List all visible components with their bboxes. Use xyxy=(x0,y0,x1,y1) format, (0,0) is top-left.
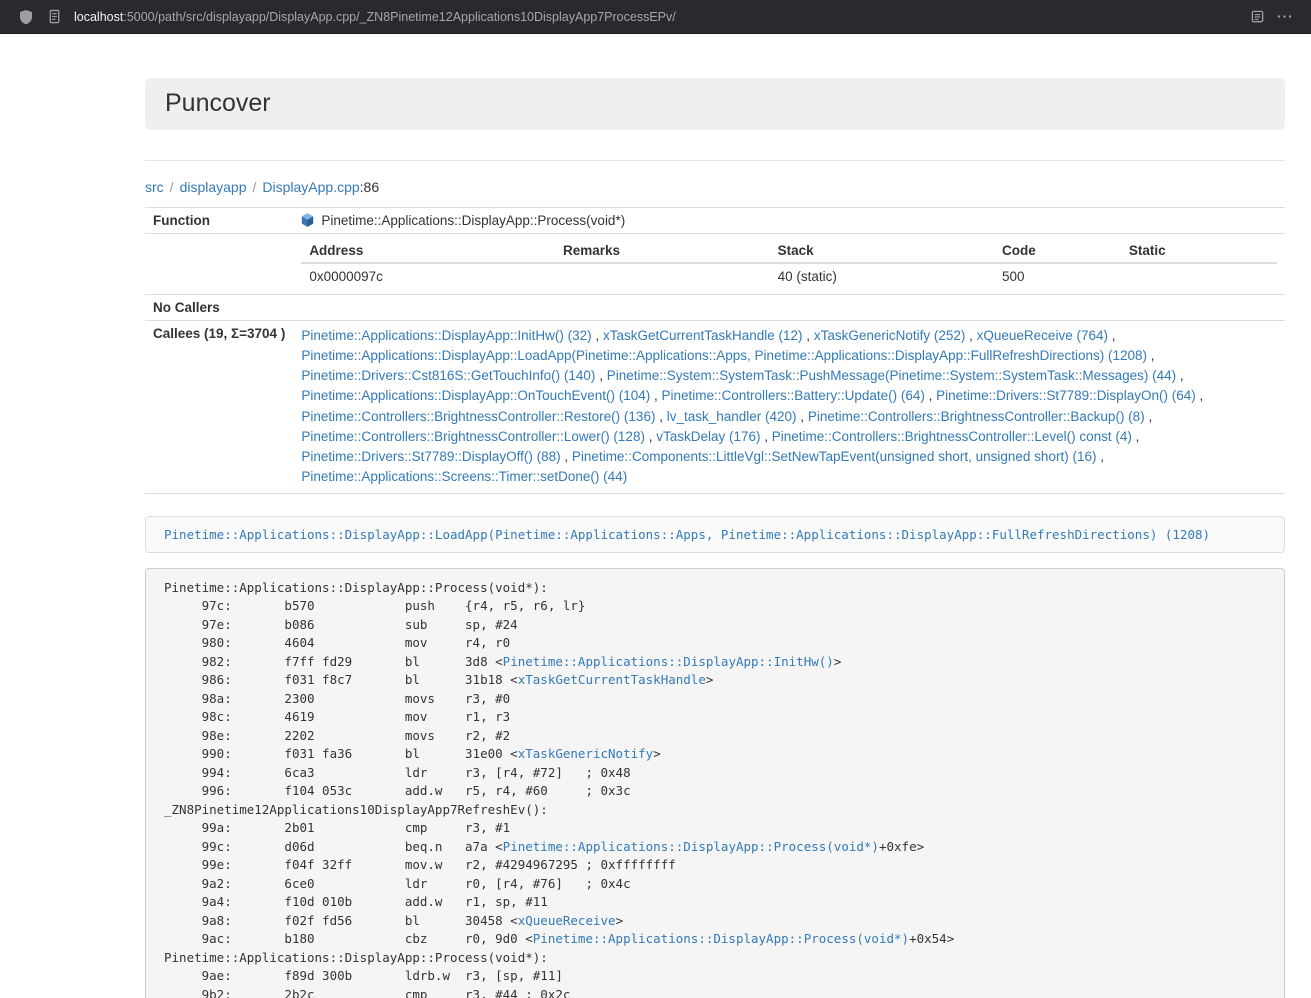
divider xyxy=(145,160,1285,161)
code-value: 500 xyxy=(994,263,1121,289)
callee-link[interactable]: Pinetime::Controllers::Battery::Update()… xyxy=(662,388,925,403)
callees-row: Callees (19, Σ=3704 ) Pinetime::Applicat… xyxy=(145,320,1285,493)
function-row: Function Pinetime::Applications::Display… xyxy=(145,207,1285,233)
remarks-value xyxy=(555,263,770,289)
callee-link[interactable]: Pinetime::Applications::Screens::Timer::… xyxy=(301,469,627,484)
callee-link[interactable]: Pinetime::Controllers::BrightnessControl… xyxy=(301,429,645,444)
callee-link[interactable]: Pinetime::Controllers::BrightnessControl… xyxy=(772,429,1132,444)
disassembly-code: Pinetime::Applications::DisplayApp::Proc… xyxy=(145,568,1285,998)
address-bar[interactable]: localhost:5000/path/src/displayapp/Displ… xyxy=(74,10,1243,24)
breadcrumb-link[interactable]: DisplayApp.cpp xyxy=(262,179,359,195)
callee-link[interactable]: Pinetime::System::SystemTask::PushMessag… xyxy=(607,368,1176,383)
static-value xyxy=(1121,263,1277,289)
metrics-header-row: Address Remarks Stack Code Static xyxy=(301,239,1277,263)
browser-toolbar: localhost:5000/path/src/displayapp/Displ… xyxy=(0,0,1311,34)
disassembly-symbol-link[interactable]: Pinetime::Applications::DisplayApp::Proc… xyxy=(533,931,909,946)
breadcrumb-separator: / xyxy=(164,179,180,195)
more-tools-icon[interactable]: ⋯ xyxy=(1271,4,1299,30)
callee-link[interactable]: Pinetime::Drivers::St7789::DisplayOff() … xyxy=(301,449,560,464)
function-cell: Pinetime::Applications::DisplayApp::Proc… xyxy=(293,207,1285,233)
metrics-values-row: 0x0000097c 40 (static) 500 xyxy=(301,263,1277,289)
callee-link[interactable]: Pinetime::Applications::DisplayApp::OnTo… xyxy=(301,388,650,403)
callees-cell: Pinetime::Applications::DisplayApp::Init… xyxy=(293,320,1285,493)
function-icon xyxy=(301,213,314,227)
callee-link[interactable]: xTaskGetCurrentTaskHandle (12) xyxy=(603,328,803,343)
callee-link[interactable]: Pinetime::Controllers::BrightnessControl… xyxy=(808,409,1145,424)
breadcrumb-link[interactable]: displayapp xyxy=(180,179,247,195)
metrics-row: Address Remarks Stack Code Static 0x0000… xyxy=(145,233,1285,294)
no-callers-label: No Callers xyxy=(145,294,293,320)
function-label: Function xyxy=(145,207,293,233)
disassembly-symbol-link[interactable]: xTaskGetCurrentTaskHandle xyxy=(518,672,706,687)
symbol-table: Function Pinetime::Applications::Display… xyxy=(145,207,1285,494)
reader-view-icon[interactable] xyxy=(1243,4,1271,30)
app-header: Puncover xyxy=(145,78,1285,130)
no-callers-cell xyxy=(293,294,1285,320)
breadcrumb-line-number: :86 xyxy=(360,179,379,195)
no-callers-row: No Callers xyxy=(145,294,1285,320)
function-name: Pinetime::Applications::DisplayApp::Proc… xyxy=(321,213,625,228)
callee-link[interactable]: Pinetime::Controllers::BrightnessControl… xyxy=(301,409,655,424)
callee-link[interactable]: Pinetime::Components::LittleVgl::SetNewT… xyxy=(572,449,1097,464)
address-value: 0x0000097c xyxy=(301,263,555,289)
disassembly-symbol-link[interactable]: xTaskGenericNotify xyxy=(518,746,653,761)
page-title: Puncover xyxy=(165,90,1265,118)
col-header-address: Address xyxy=(301,239,555,263)
callee-link[interactable]: xQueueReceive (764) xyxy=(977,328,1108,343)
callee-link[interactable]: vTaskDelay (176) xyxy=(656,429,760,444)
metrics-empty-label xyxy=(145,233,293,294)
metrics-cell: Address Remarks Stack Code Static 0x0000… xyxy=(293,233,1285,294)
url-path: :5000/path/src/displayapp/DisplayApp.cpp… xyxy=(123,10,675,24)
shield-icon[interactable] xyxy=(12,4,40,30)
callee-link[interactable]: Pinetime::Applications::DisplayApp::Init… xyxy=(301,328,591,343)
col-header-remarks: Remarks xyxy=(555,239,770,263)
site-info-icon[interactable] xyxy=(40,4,68,30)
callees-label: Callees (19, Σ=3704 ) xyxy=(145,320,293,493)
disassembly-symbol-link[interactable]: xQueueReceive xyxy=(518,913,616,928)
disassembly-symbol-link[interactable]: Pinetime::Applications::DisplayApp::Init… xyxy=(503,654,834,669)
col-header-code: Code xyxy=(994,239,1121,263)
callee-link[interactable]: xTaskGenericNotify (252) xyxy=(814,328,966,343)
callee-link[interactable]: Pinetime::Applications::DisplayApp::Load… xyxy=(301,348,1147,363)
callee-link[interactable]: Pinetime::Drivers::St7789::DisplayOn() (… xyxy=(936,388,1196,403)
highlighted-symbol-link[interactable]: Pinetime::Applications::DisplayApp::Load… xyxy=(164,527,1210,542)
stack-value: 40 (static) xyxy=(770,263,994,289)
callee-link[interactable]: Pinetime::Drivers::Cst816S::GetTouchInfo… xyxy=(301,368,595,383)
disassembly-symbol-link[interactable]: Pinetime::Applications::DisplayApp::Proc… xyxy=(503,839,879,854)
col-header-static: Static xyxy=(1121,239,1277,263)
breadcrumb: src/displayapp/DisplayApp.cpp:86 xyxy=(145,179,1285,195)
breadcrumb-link[interactable]: src xyxy=(145,179,164,195)
breadcrumb-separator: / xyxy=(247,179,263,195)
callee-link[interactable]: lv_task_handler (420) xyxy=(667,409,797,424)
metrics-table: Address Remarks Stack Code Static 0x0000… xyxy=(301,239,1277,289)
url-host: localhost xyxy=(74,10,123,24)
col-header-stack: Stack xyxy=(770,239,994,263)
main-content: Puncover src/displayapp/DisplayApp.cpp:8… xyxy=(145,34,1285,998)
highlighted-symbol: Pinetime::Applications::DisplayApp::Load… xyxy=(145,516,1285,553)
